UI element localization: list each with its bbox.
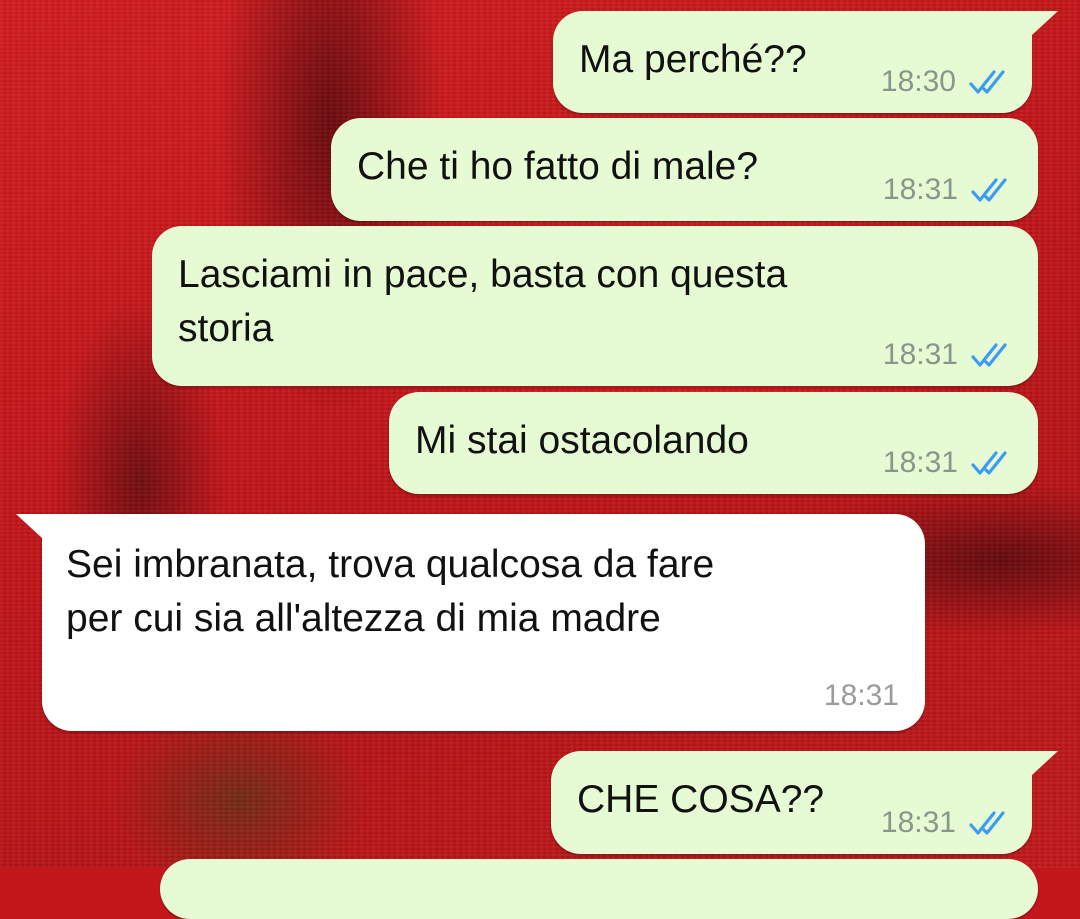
message-meta: 18:31 [883,446,1016,480]
double-check-icon [971,178,1007,202]
message-time: 18:31 [882,446,958,479]
message-time: 18:31 [882,173,958,206]
double-check-icon [971,451,1007,475]
message-text: Ma perché?? [579,38,807,81]
message-time: 18:30 [880,65,956,98]
message-time: 18:31 [823,679,899,712]
message-text: CHE COSA?? [577,778,825,821]
message-time: 18:31 [880,806,956,839]
message-meta: 18:31 [824,679,899,713]
message-text: Sei imbranata, trova qualcosa da fare pe… [66,543,715,640]
message-meta: 18:31 [883,173,1016,207]
message-meta: 18:31 [883,338,1016,372]
double-check-icon [971,343,1007,367]
double-check-icon [969,811,1005,835]
message-bubble-outgoing[interactable]: Ma perché?? 18:30 [553,11,1058,113]
double-check-icon [969,70,1005,94]
message-text: Che ti ho fatto di male? [357,145,759,188]
message-text: Mi stai ostacolando [415,419,749,462]
message-meta: 18:30 [881,65,1014,99]
message-meta: 18:31 [881,806,1014,840]
message-time: 18:31 [882,338,958,371]
message-bubble-outgoing[interactable]: CHE COSA?? 18:31 [551,751,1058,854]
message-bubble-outgoing[interactable]: Lasciami in pace, basta con questa stori… [152,226,1038,386]
message-bubble-incoming[interactable]: Sei imbranata, trova qualcosa da fare pe… [16,514,925,731]
message-bubble-outgoing[interactable]: Che ti ho fatto di male? 18:31 [331,118,1038,221]
message-text: Lasciami in pace, basta con questa stori… [178,253,788,350]
message-bubble-partial[interactable] [160,859,1038,919]
message-bubble-outgoing[interactable]: Mi stai ostacolando 18:31 [389,392,1038,494]
